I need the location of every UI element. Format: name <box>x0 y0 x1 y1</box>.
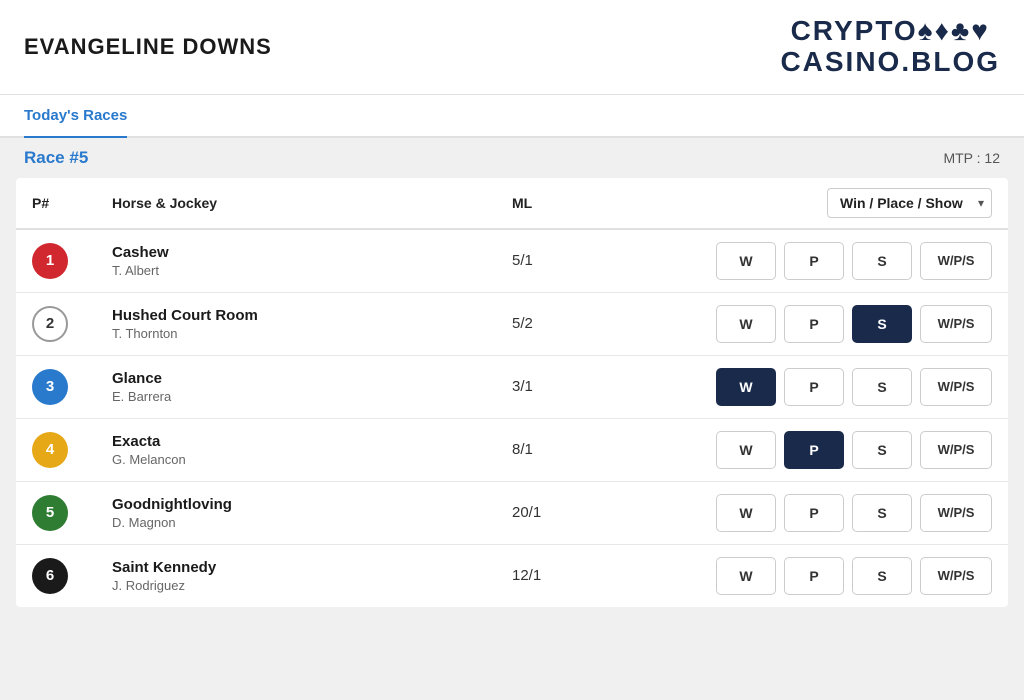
bet-btn-w[interactable]: W <box>716 494 776 532</box>
table-row: 3GlanceE. Barrera3/1WPSW/P/S <box>16 356 1008 419</box>
horse-name: Goodnightloving <box>112 496 512 513</box>
bet-btn-w[interactable]: W <box>716 431 776 469</box>
bet-btn-w-p/s[interactable]: W/P/S <box>920 557 992 595</box>
race-table: P# Horse & Jockey ML Win / Place / Show … <box>16 178 1008 607</box>
horses-container: 1CashewT. Albert5/1WPSW/P/S2Hushed Court… <box>16 230 1008 607</box>
bet-btn-s[interactable]: S <box>852 368 912 406</box>
race-header: Race #5 MTP : 12 <box>0 138 1024 178</box>
bet-btn-w-p/s[interactable]: W/P/S <box>920 494 992 532</box>
bet-btn-w[interactable]: W <box>716 368 776 406</box>
horse-name: Glance <box>112 370 512 387</box>
bet-btn-p[interactable]: P <box>784 494 844 532</box>
horse-number-cell: 1 <box>32 243 112 279</box>
logo-area: CRYPTO♠♦♣♥ CASINO.BLOG <box>780 16 1000 78</box>
bet-btn-w-p/s[interactable]: W/P/S <box>920 431 992 469</box>
horse-info: Cashew T. Albert <box>112 244 512 278</box>
horse-info: Saint Kennedy J. Rodriguez <box>112 559 512 593</box>
horse-number-badge: 1 <box>32 243 68 279</box>
page-wrapper: EVANGELINE DOWNS CRYPTO♠♦♣♥ CASINO.BLOG … <box>0 0 1024 700</box>
bet-btn-w-p/s[interactable]: W/P/S <box>920 242 992 280</box>
horse-number-cell: 5 <box>32 495 112 531</box>
bet-buttons: WPSW/P/S <box>612 557 992 595</box>
bet-btn-s[interactable]: S <box>852 431 912 469</box>
bet-btn-s[interactable]: S <box>852 557 912 595</box>
bet-btn-w-p/s[interactable]: W/P/S <box>920 368 992 406</box>
horse-number-cell: 4 <box>32 432 112 468</box>
logo-line1: CRYPTO♠♦♣♥ <box>791 16 990 47</box>
table-row: 4ExactaG. Melancon8/1WPSW/P/S <box>16 419 1008 482</box>
header: EVANGELINE DOWNS CRYPTO♠♦♣♥ CASINO.BLOG <box>0 0 1024 95</box>
bet-buttons: WPSW/P/S <box>612 368 992 406</box>
col-p-header: P# <box>32 195 112 211</box>
horse-number-cell: 6 <box>32 558 112 594</box>
horse-name: Exacta <box>112 433 512 450</box>
horse-number-badge: 3 <box>32 369 68 405</box>
horse-info: Goodnightloving D. Magnon <box>112 496 512 530</box>
bet-btn-p[interactable]: P <box>784 242 844 280</box>
bet-type-dropdown-wrapper[interactable]: Win / Place / Show Win Place Show Exacta… <box>827 188 992 218</box>
logo-line2: CASINO.BLOG <box>780 47 1000 78</box>
horse-number-badge: 6 <box>32 558 68 594</box>
jockey-name: T. Albert <box>112 263 512 278</box>
horse-name: Saint Kennedy <box>112 559 512 576</box>
jockey-name: D. Magnon <box>112 515 512 530</box>
table-header: P# Horse & Jockey ML Win / Place / Show … <box>16 178 1008 230</box>
table-row: 6Saint KennedyJ. Rodriguez12/1WPSW/P/S <box>16 545 1008 607</box>
horse-number-badge: 4 <box>32 432 68 468</box>
bet-btn-s[interactable]: S <box>852 305 912 343</box>
bet-type-selector: Win / Place / Show Win Place Show Exacta… <box>612 188 992 218</box>
bet-btn-w-p/s[interactable]: W/P/S <box>920 305 992 343</box>
venue-title: EVANGELINE DOWNS <box>24 34 272 60</box>
bet-btn-w[interactable]: W <box>716 557 776 595</box>
bet-buttons: WPSW/P/S <box>612 494 992 532</box>
today-races-link[interactable]: Today's Races <box>24 95 127 138</box>
bet-btn-w[interactable]: W <box>716 305 776 343</box>
horse-info: Exacta G. Melancon <box>112 433 512 467</box>
bet-btn-s[interactable]: S <box>852 242 912 280</box>
bet-type-dropdown[interactable]: Win / Place / Show Win Place Show Exacta <box>827 188 992 218</box>
ml-value: 12/1 <box>512 567 612 584</box>
ml-value: 5/1 <box>512 252 612 269</box>
horse-number-cell: 2 <box>32 306 112 342</box>
col-horse-header: Horse & Jockey <box>112 195 512 211</box>
jockey-name: E. Barrera <box>112 389 512 404</box>
bet-btn-p[interactable]: P <box>784 431 844 469</box>
ml-value: 3/1 <box>512 378 612 395</box>
col-ml-header: ML <box>512 195 612 211</box>
table-row: 2Hushed Court RoomT. Thornton5/2WPSW/P/S <box>16 293 1008 356</box>
horse-info: Glance E. Barrera <box>112 370 512 404</box>
bet-btn-s[interactable]: S <box>852 494 912 532</box>
horse-name: Hushed Court Room <box>112 307 512 324</box>
bet-buttons: WPSW/P/S <box>612 242 992 280</box>
horse-number-badge: 2 <box>32 306 68 342</box>
horse-number-cell: 3 <box>32 369 112 405</box>
mtp-info: MTP : 12 <box>943 150 1000 166</box>
race-number: Race #5 <box>24 148 88 168</box>
table-row: 1CashewT. Albert5/1WPSW/P/S <box>16 230 1008 293</box>
bet-buttons: WPSW/P/S <box>612 305 992 343</box>
horse-info: Hushed Court Room T. Thornton <box>112 307 512 341</box>
bet-btn-p[interactable]: P <box>784 557 844 595</box>
ml-value: 5/2 <box>512 315 612 332</box>
bet-btn-p[interactable]: P <box>784 305 844 343</box>
jockey-name: G. Melancon <box>112 452 512 467</box>
bet-btn-p[interactable]: P <box>784 368 844 406</box>
ml-value: 8/1 <box>512 441 612 458</box>
nav-bar: Today's Races <box>0 95 1024 138</box>
horse-name: Cashew <box>112 244 512 261</box>
table-row: 5GoodnightlovingD. Magnon20/1WPSW/P/S <box>16 482 1008 545</box>
horse-number-badge: 5 <box>32 495 68 531</box>
bet-btn-w[interactable]: W <box>716 242 776 280</box>
bet-buttons: WPSW/P/S <box>612 431 992 469</box>
jockey-name: J. Rodriguez <box>112 578 512 593</box>
jockey-name: T. Thornton <box>112 326 512 341</box>
ml-value: 20/1 <box>512 504 612 521</box>
